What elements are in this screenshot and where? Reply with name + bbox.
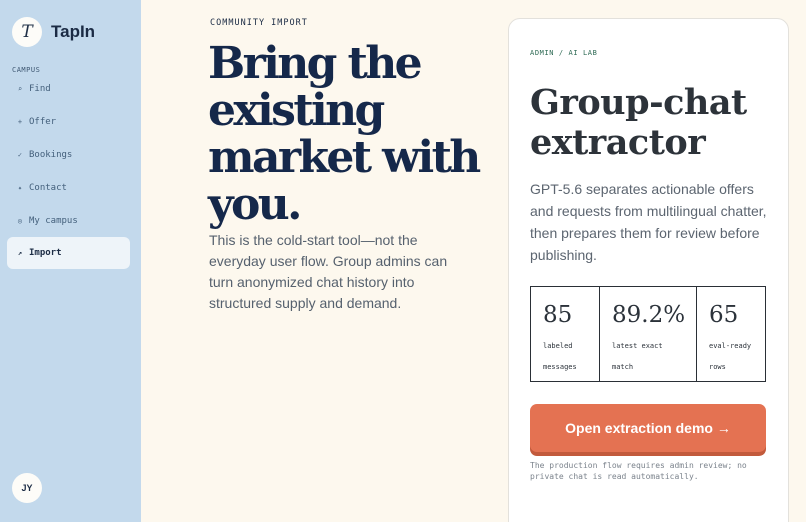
extractor-card: ADMIN / AI LAB Group-chat extractor GPT-…: [508, 18, 789, 522]
search-icon: ⌕: [17, 85, 23, 93]
app-name: TapIn: [51, 22, 96, 41]
stat-value: 89.2%: [612, 302, 686, 328]
sidebar-item-offer[interactable]: + Offer: [7, 106, 130, 138]
open-extraction-demo-button[interactable]: Open extraction demo →: [530, 404, 766, 452]
sidebar-item-contact[interactable]: ✦ Contact: [7, 172, 130, 204]
hero-description: This is the cold-start tool—not the ever…: [209, 232, 448, 311]
sidebar-item-my-campus[interactable]: ◎ My campus: [7, 205, 130, 237]
stat-value: 65: [709, 302, 739, 328]
sidebar-item-label: Offer: [29, 117, 57, 127]
sidebar: T TapIn CAMPUS ⌕ Find + Offer ✓ Bookings…: [0, 0, 141, 522]
sidebar-item-label: Find: [29, 84, 51, 94]
stat-label: eval-ready rows: [709, 342, 752, 371]
page-title: Bring the existing market with you.: [208, 38, 481, 230]
review-footnote: The production flow requires admin revie…: [530, 461, 747, 481]
target-icon: ◎: [17, 217, 23, 225]
stat-label: latest exact match: [612, 342, 663, 371]
stat-labeled-messages: 85 labeled messages: [531, 287, 600, 381]
avatar[interactable]: JY: [12, 473, 42, 503]
sidebar-item-label: Bookings: [29, 150, 73, 160]
card-description: GPT-5.6 separates actionable offers and …: [530, 181, 767, 263]
sidebar-item-label: My campus: [29, 216, 78, 226]
check-icon: ✓: [17, 151, 23, 159]
arrow-up-right-icon: ↗: [17, 249, 23, 257]
brand[interactable]: T TapIn: [12, 17, 95, 47]
hero-eyebrow: COMMUNITY IMPORT: [210, 18, 308, 28]
stat-value: 85: [543, 302, 573, 328]
stats-table: 85 labeled messages 89.2% latest exact m…: [530, 286, 766, 382]
card-eyebrow: ADMIN / AI LAB: [530, 49, 598, 57]
sidebar-item-label: Contact: [29, 183, 67, 193]
stat-label: labeled messages: [543, 342, 577, 371]
sidebar-item-bookings[interactable]: ✓ Bookings: [7, 139, 130, 171]
stat-exact-match: 89.2% latest exact match: [600, 287, 697, 381]
sidebar-item-label: Import: [29, 248, 62, 258]
plus-icon: +: [17, 118, 23, 126]
sidebar-item-find[interactable]: ⌕ Find: [7, 73, 130, 105]
stat-eval-ready-rows: 65 eval-ready rows: [697, 287, 765, 381]
sparkle-icon: ✦: [17, 184, 23, 192]
sidebar-item-import[interactable]: ↗ Import: [7, 237, 130, 269]
logo-mark: T: [12, 17, 42, 47]
card-title: Group-chat extractor: [530, 82, 747, 163]
